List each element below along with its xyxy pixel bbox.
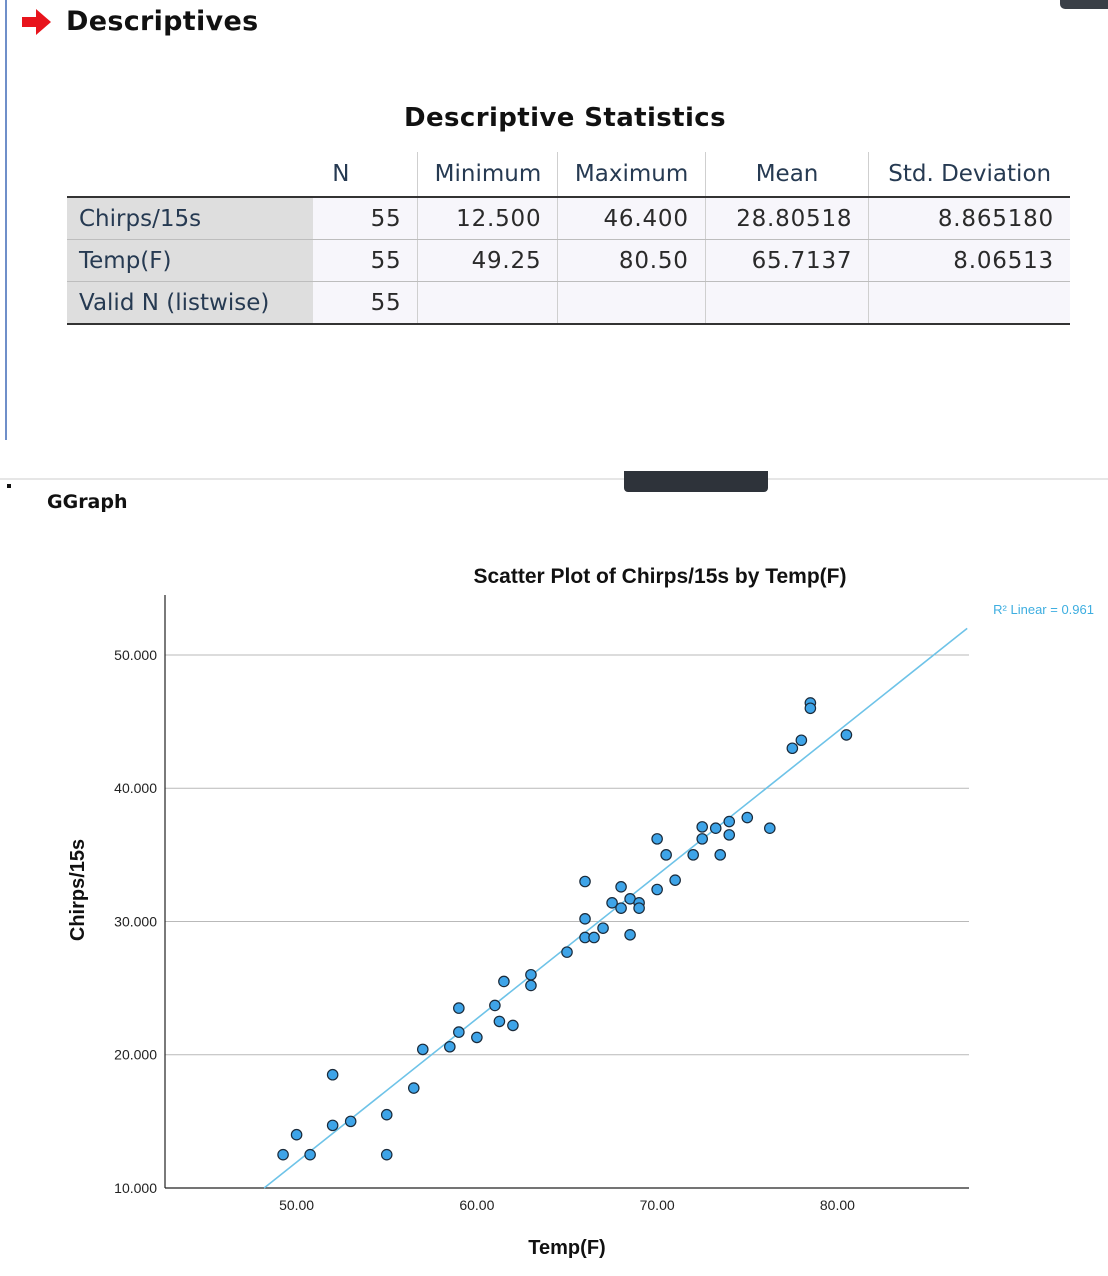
cell-maximum — [557, 281, 706, 325]
scatter-point[interactable] — [795, 734, 808, 747]
scatter-point[interactable] — [669, 874, 681, 886]
red-arrow-icon — [22, 8, 52, 36]
scatter-point[interactable] — [525, 979, 537, 992]
scatter-point[interactable] — [723, 829, 736, 841]
cell-mean: 28.80518 — [704, 197, 869, 240]
x-axis-label: Temp(F) — [528, 1237, 605, 1259]
column-header-mean: Mean — [704, 152, 869, 198]
y-tick-label: 50.000 — [114, 647, 157, 663]
cell-std-deviation: 8.06513 — [868, 239, 1070, 282]
scatter-point[interactable] — [714, 849, 727, 861]
y-tick-label: 40.000 — [114, 780, 157, 796]
scatter-plot-chart[interactable]: Scatter Plot of Chirps/15s by Temp(F) 10.… — [0, 540, 1108, 1270]
scatter-point[interactable] — [344, 1115, 357, 1128]
x-tick-label: 60.00 — [459, 1197, 494, 1213]
scatter-point[interactable] — [696, 821, 709, 833]
scatter-point[interactable] — [453, 1002, 465, 1014]
scatter-point[interactable] — [407, 1082, 420, 1094]
row-label: Chirps/15s — [67, 197, 313, 240]
x-tick-label: 80.00 — [820, 1197, 855, 1213]
y-tick-label: 20.000 — [114, 1047, 157, 1063]
ggraph-label: GGraph — [47, 491, 128, 513]
table-header-row: N Minimum Maximum Mean Std. Deviation — [67, 152, 1070, 198]
y-tick-label: 10.000 — [114, 1180, 157, 1196]
scatter-point[interactable] — [723, 815, 736, 828]
scatter-point[interactable] — [277, 1148, 289, 1161]
scatter-point[interactable] — [615, 881, 627, 893]
table-title: Descriptive Statistics — [404, 103, 726, 133]
fit-label: R² Linear = 0.961 — [993, 602, 1094, 617]
scatter-point[interactable] — [764, 822, 776, 835]
scatter-point[interactable] — [741, 811, 754, 824]
descriptives-heading[interactable]: Descriptives — [22, 6, 258, 37]
scatter-point[interactable] — [633, 902, 645, 914]
cell-std-deviation: 8.865180 — [868, 197, 1070, 240]
scatter-point[interactable] — [660, 849, 672, 861]
chart-title: Scatter Plot of Chirps/15s by Temp(F) — [473, 565, 846, 588]
output-left-rule — [5, 0, 7, 440]
column-header-std-deviation: Std. Deviation — [868, 152, 1070, 198]
cell-mean: 65.7137 — [704, 239, 869, 282]
cell-mean — [704, 281, 869, 325]
cell-maximum: 80.50 — [557, 239, 706, 282]
x-tick-label: 50.00 — [279, 1197, 314, 1213]
top-right-tab[interactable] — [1060, 0, 1108, 9]
column-header-maximum: Maximum — [557, 152, 706, 198]
cell-minimum: 12.500 — [417, 197, 558, 240]
scatter-point[interactable] — [493, 1015, 506, 1028]
section-title: Descriptives — [66, 6, 259, 37]
table-row: Temp(F) 55 49.25 80.50 65.7137 8.06513 — [67, 239, 1070, 282]
scatter-point[interactable] — [489, 999, 501, 1012]
corner-cell — [67, 152, 313, 198]
scatter-point[interactable] — [579, 913, 591, 925]
table-row: Chirps/15s 55 12.500 46.400 28.80518 8.8… — [67, 197, 1070, 240]
scatter-point[interactable] — [498, 975, 510, 988]
scatter-point[interactable] — [840, 729, 853, 741]
scatter-point[interactable] — [696, 833, 709, 845]
scatter-point[interactable] — [290, 1128, 303, 1141]
scatter-point[interactable] — [615, 902, 627, 914]
cell-std-deviation — [868, 281, 1070, 325]
scatter-point[interactable] — [597, 922, 609, 934]
y-axis-label: Chirps/15s — [67, 839, 89, 941]
scatter-point[interactable] — [561, 946, 573, 958]
scatter-point[interactable] — [525, 968, 537, 981]
scatter-point[interactable] — [304, 1148, 316, 1161]
scatter-point[interactable] — [579, 875, 591, 888]
output-divider — [0, 478, 1108, 480]
scatter-point[interactable] — [326, 1068, 339, 1081]
scatter-point[interactable] — [624, 929, 636, 941]
descriptive-statistics-table: N Minimum Maximum Mean Std. Deviation Ch… — [67, 152, 1070, 325]
scatter-point[interactable] — [651, 833, 663, 845]
panel-tab[interactable] — [624, 471, 768, 492]
cell-n: 55 — [313, 239, 418, 282]
table-row: Valid N (listwise) 55 — [67, 281, 1070, 325]
scatter-point[interactable] — [786, 742, 799, 755]
scatter-point[interactable] — [687, 849, 699, 861]
y-tick-label: 30.000 — [114, 913, 157, 929]
column-header-n: N — [313, 152, 418, 198]
scatter-point[interactable] — [326, 1119, 339, 1132]
scatter-point[interactable] — [471, 1031, 483, 1044]
scatter-point[interactable] — [416, 1043, 429, 1056]
scatter-point[interactable] — [804, 702, 817, 715]
x-tick-label: 70.00 — [640, 1197, 675, 1213]
output-marker — [7, 484, 11, 488]
scatter-point[interactable] — [651, 883, 663, 896]
scatter-point[interactable] — [709, 822, 722, 835]
cell-n: 55 — [313, 281, 418, 325]
cell-minimum — [417, 281, 558, 325]
cell-n: 55 — [313, 197, 418, 240]
row-label: Valid N (listwise) — [67, 281, 313, 325]
scatter-point[interactable] — [444, 1040, 456, 1053]
scatter-point[interactable] — [507, 1019, 519, 1032]
row-label: Temp(F) — [67, 239, 313, 282]
column-header-minimum: Minimum — [417, 152, 558, 198]
scatter-point[interactable] — [380, 1108, 393, 1121]
scatter-point[interactable] — [588, 931, 600, 944]
cell-maximum: 46.400 — [557, 197, 706, 240]
scatter-point[interactable] — [380, 1148, 393, 1161]
cell-minimum: 49.25 — [417, 239, 558, 282]
scatter-point[interactable] — [453, 1026, 465, 1038]
